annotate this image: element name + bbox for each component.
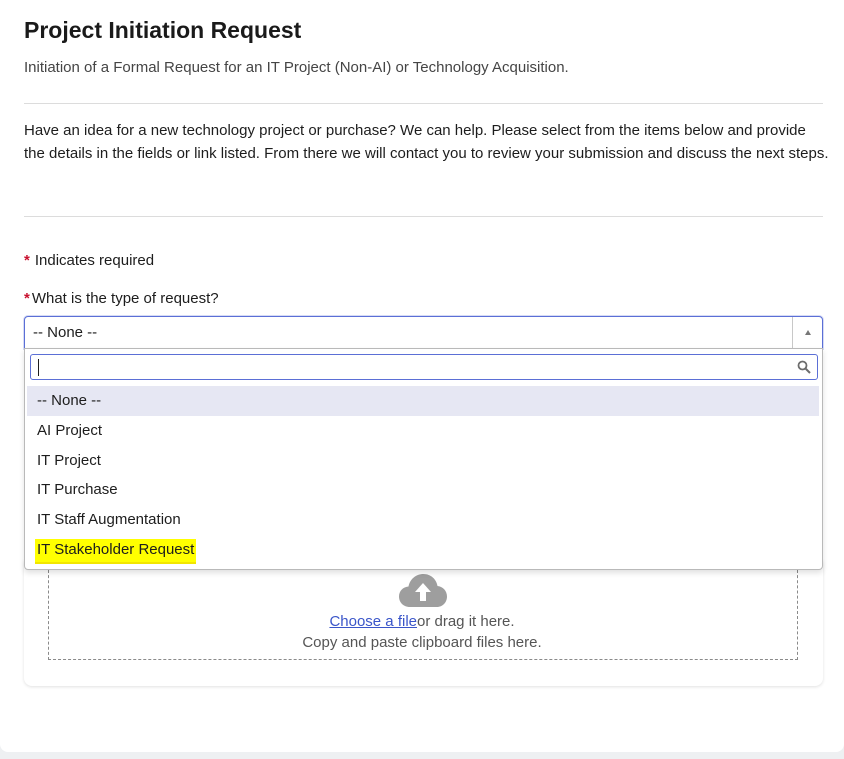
required-marker: * bbox=[24, 252, 30, 269]
required-marker: * bbox=[24, 290, 30, 307]
required-note-text: Indicates required bbox=[34, 252, 155, 269]
choose-file-link[interactable]: Choose a file bbox=[329, 613, 417, 630]
option-it-purchase[interactable]: IT Purchase bbox=[27, 475, 819, 505]
option-ai-project[interactable]: AI Project bbox=[27, 416, 819, 446]
option-none[interactable]: -- None -- bbox=[27, 386, 819, 416]
option-label: IT Stakeholder Request bbox=[35, 538, 197, 564]
option-it-staff-augmentation[interactable]: IT Staff Augmentation bbox=[27, 505, 819, 535]
option-it-stakeholder-request[interactable]: IT Stakeholder Request bbox=[27, 535, 819, 565]
dropdown-search[interactable] bbox=[30, 354, 818, 380]
intro-text: Have an idea for a new technology projec… bbox=[24, 122, 829, 162]
option-list: -- None -- AI Project IT Project IT Purc… bbox=[27, 386, 819, 565]
paste-instruction: Copy and paste clipboard files here. bbox=[302, 634, 542, 651]
dropdown-search-input[interactable] bbox=[35, 357, 785, 377]
request-type-select[interactable]: -- None -- bbox=[24, 316, 823, 349]
caret-up-icon bbox=[805, 330, 811, 335]
text-cursor bbox=[38, 359, 39, 376]
option-it-project[interactable]: IT Project bbox=[27, 446, 819, 476]
select-toggle[interactable] bbox=[792, 317, 822, 348]
form-page: Project Initiation Request Initiation of… bbox=[0, 0, 844, 752]
divider bbox=[24, 216, 823, 217]
page-subtitle: Initiation of a Formal Request for an IT… bbox=[24, 59, 569, 76]
magnifier-icon bbox=[797, 360, 811, 374]
drag-text: or drag it here. bbox=[417, 613, 515, 630]
cloud-upload-icon bbox=[399, 574, 447, 607]
selected-value: -- None -- bbox=[33, 324, 98, 341]
dropzone-instruction: Choose a fileor drag it here. bbox=[0, 613, 844, 630]
request-type-dropdown: -- None -- AI Project IT Project IT Purc… bbox=[24, 348, 823, 570]
divider bbox=[24, 103, 823, 104]
required-note: * Indicates required bbox=[24, 252, 154, 269]
request-type-label-text: What is the type of request? bbox=[31, 290, 219, 307]
request-type-label: * What is the type of request? bbox=[24, 290, 219, 307]
page-title: Project Initiation Request bbox=[24, 17, 302, 43]
